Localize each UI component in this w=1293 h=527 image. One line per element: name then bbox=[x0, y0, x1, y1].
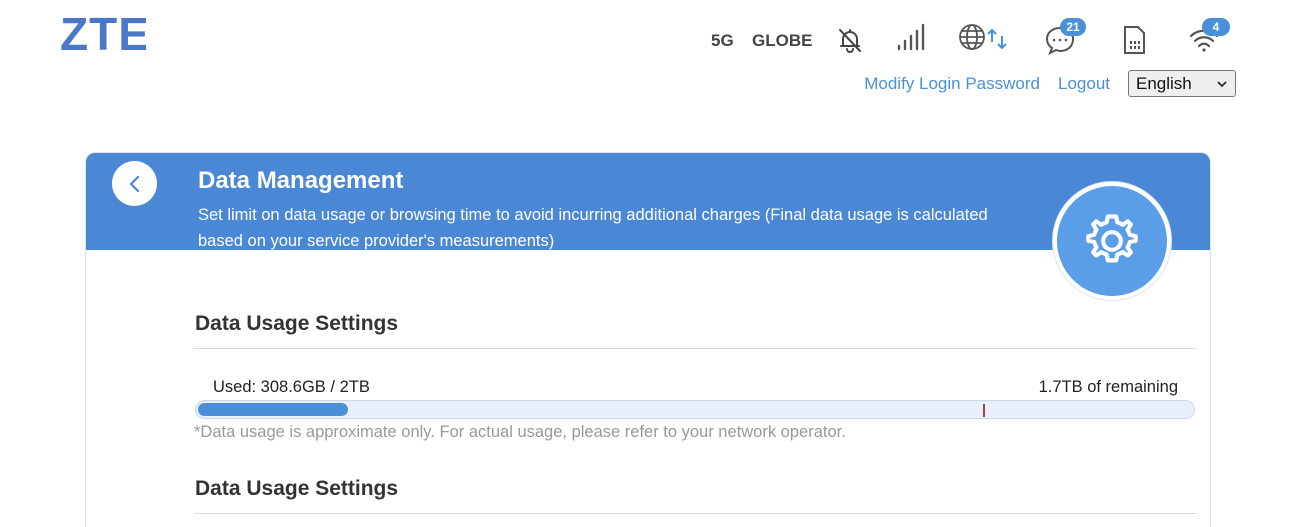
section-title-usage: Data Usage Settings bbox=[195, 312, 399, 335]
globe-data-icon[interactable] bbox=[958, 22, 1010, 54]
usage-disclaimer: *Data usage is approximate only. For act… bbox=[194, 423, 846, 441]
card-header: Data Management Set limit on data usage … bbox=[86, 153, 1210, 250]
chevron-down-icon bbox=[1217, 80, 1227, 87]
section-title-secondary: Data Usage Settings bbox=[195, 477, 399, 500]
usage-progress-bar bbox=[195, 400, 1195, 419]
section-divider bbox=[194, 348, 1197, 349]
sim-card-icon bbox=[1118, 24, 1150, 56]
back-button[interactable] bbox=[112, 161, 157, 206]
page-description: Set limit on data usage or browsing time… bbox=[198, 206, 988, 250]
page-title: Data Management bbox=[198, 167, 404, 194]
messages-count-badge: 21 bbox=[1060, 18, 1086, 36]
operator-label: GLOBE bbox=[752, 31, 813, 50]
wifi-clients-badge: 4 bbox=[1202, 18, 1230, 36]
language-select[interactable]: English bbox=[1128, 70, 1236, 97]
zte-logo: ZTE bbox=[60, 12, 146, 56]
settings-badge bbox=[1053, 182, 1171, 300]
bell-muted-icon[interactable] bbox=[834, 24, 866, 56]
top-links: Modify Login Password Logout English bbox=[864, 70, 1236, 97]
wifi-icon[interactable]: 4 bbox=[1188, 18, 1230, 56]
used-label: Used: 308.6GB / 2TB bbox=[213, 378, 370, 396]
usage-limit-marker bbox=[983, 404, 985, 417]
usage-progress-fill bbox=[198, 403, 348, 416]
remaining-label: 1.7TB of remaining bbox=[1038, 378, 1178, 396]
svg-text:ZTE: ZTE bbox=[60, 12, 146, 56]
logout-link[interactable]: Logout bbox=[1058, 74, 1110, 94]
gear-icon bbox=[1086, 214, 1138, 263]
network-type-label: 5G bbox=[711, 31, 734, 50]
modify-password-link[interactable]: Modify Login Password bbox=[864, 74, 1040, 94]
section-divider bbox=[194, 513, 1197, 514]
data-management-card: Data Management Set limit on data usage … bbox=[85, 152, 1211, 527]
signal-strength-icon bbox=[895, 22, 927, 54]
chevron-left-icon bbox=[129, 175, 139, 192]
language-value: English bbox=[1136, 73, 1192, 93]
messages-icon[interactable]: 21 bbox=[1044, 18, 1086, 56]
